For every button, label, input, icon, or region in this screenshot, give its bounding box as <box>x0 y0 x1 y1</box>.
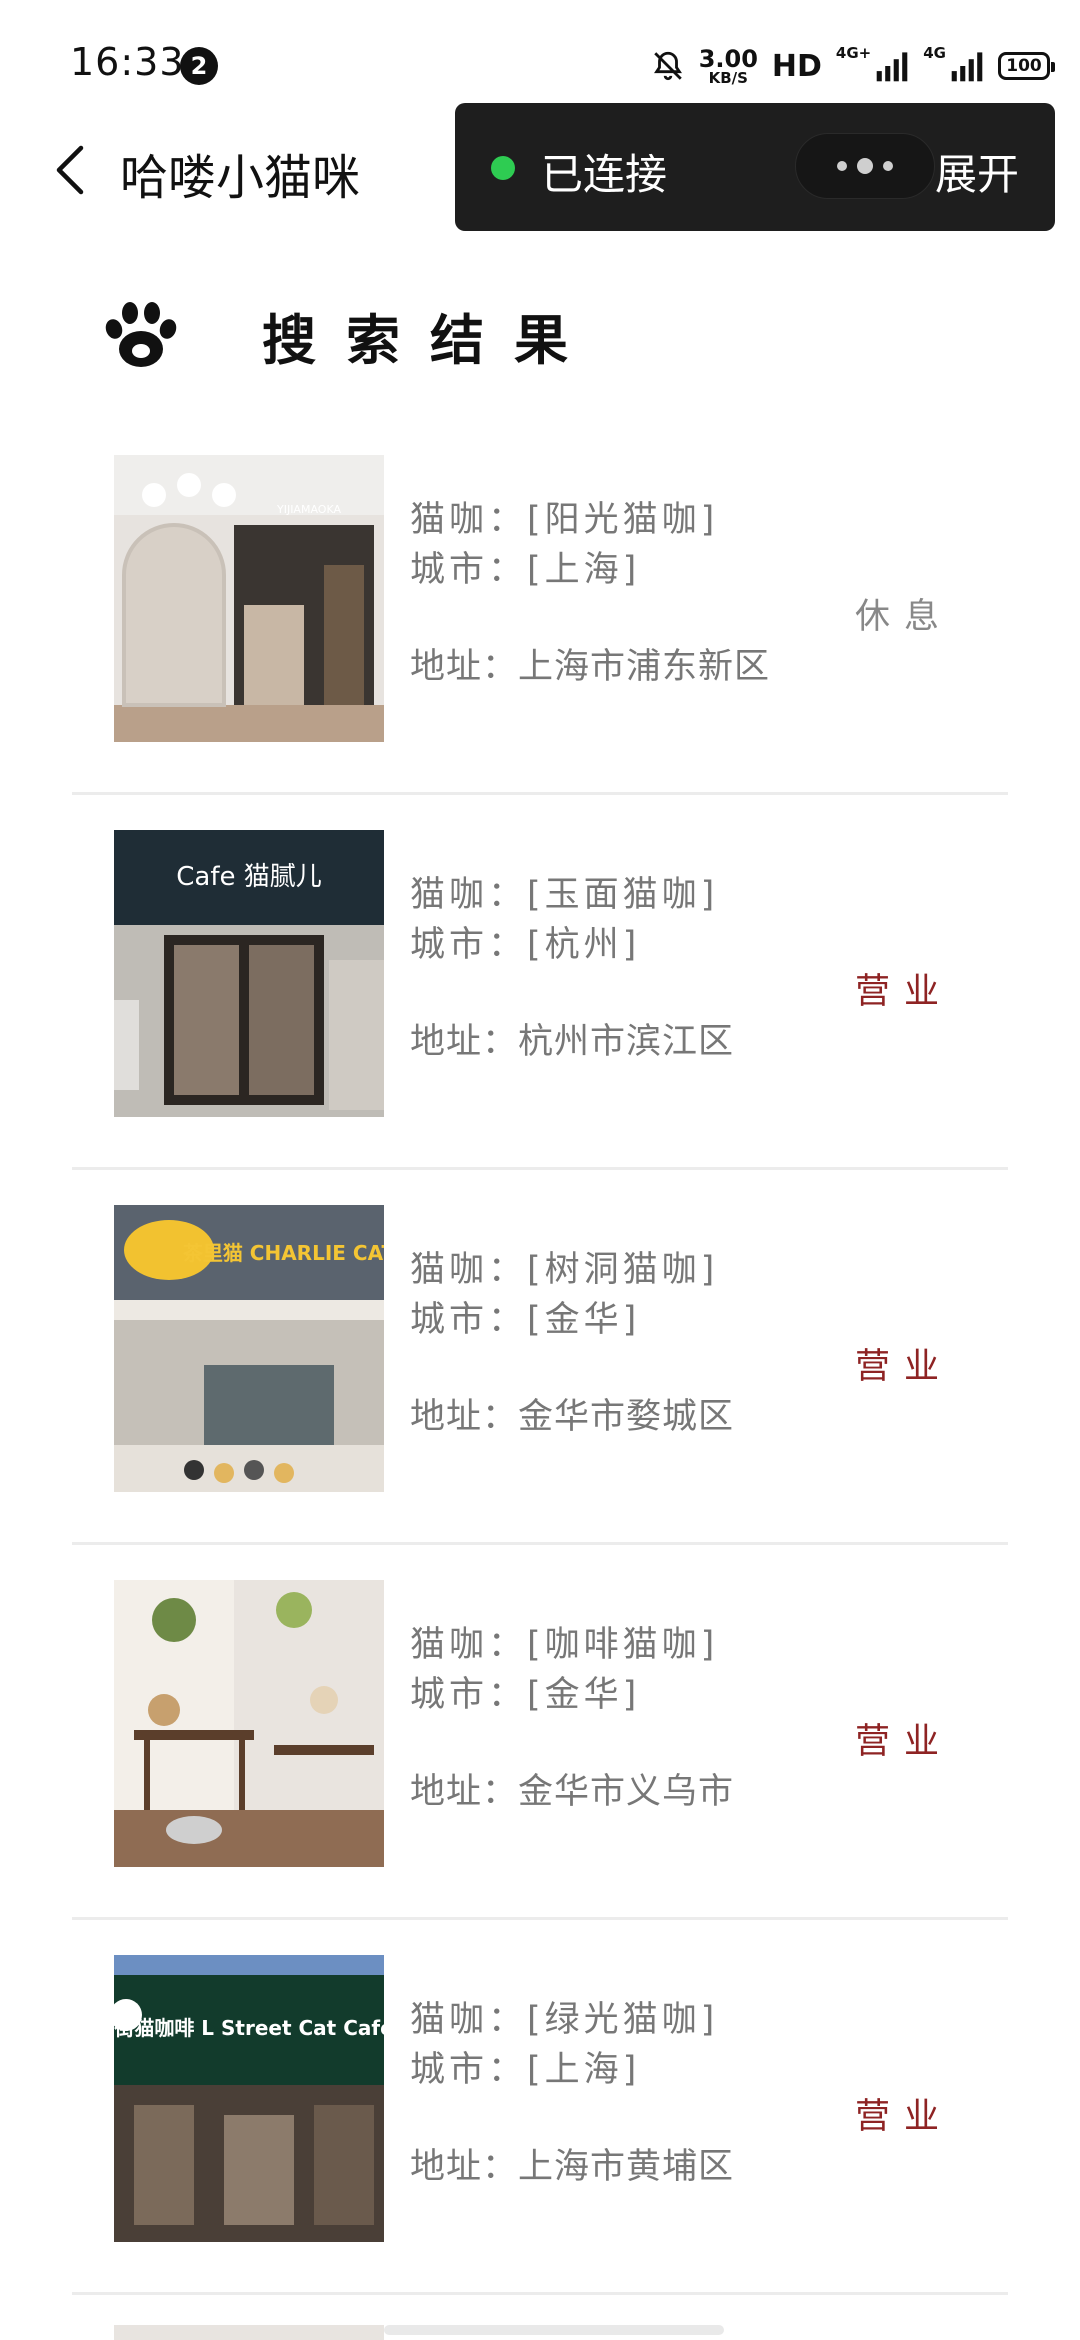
placeholder-bar <box>384 2325 724 2335</box>
status-badge: 营业 <box>854 972 953 1012</box>
network-speed-value: 3.00 <box>698 44 758 73</box>
more-options-button[interactable] <box>795 133 935 199</box>
signal-icon <box>951 52 983 82</box>
network-speed: 3.00 KB/S <box>699 47 758 86</box>
status-badge: 营业 <box>854 1347 953 1387</box>
cafe-photo: 街猫咖啡 L Street Cat Café <box>114 1955 384 2242</box>
status-time: 16:33 <box>70 40 185 84</box>
status-badge: 营业 <box>854 1722 953 1762</box>
status-badge: 营业 <box>854 2097 953 2137</box>
cafe-name: 猫咖：[阳光猫咖] <box>410 500 719 540</box>
battery-level: 100 <box>1006 56 1042 76</box>
sign-text: 茶里猫 CHARLIE CAT <box>183 1241 384 1265</box>
cafe-city: 城市：[上海] <box>410 550 641 590</box>
connected-dot-icon <box>491 156 515 180</box>
dot-icon <box>883 161 893 171</box>
list-item[interactable]: YIJIAMAOKA 猫咖：[阳光猫咖] 城市：[上海] 地址：上海市浦东新区 … <box>72 420 1008 795</box>
cafe-name: 猫咖：[玉面猫咖] <box>410 875 719 915</box>
sim2-label: 4G <box>923 44 946 62</box>
status-indicators: 3.00 KB/S HD 4G+ 4G 100 <box>651 42 1055 90</box>
sign-text: Cafe 猫腻儿 <box>176 862 322 892</box>
list-item[interactable]: 茶里猫 CHARLIE CAT 猫咖：[树洞猫咖] 城市：[金华] 地址：金华市… <box>72 1170 1008 1545</box>
cafe-city: 城市：[杭州] <box>410 925 641 965</box>
list-item[interactable] <box>72 2295 1008 2340</box>
connection-status: 已连接 <box>541 150 668 199</box>
signal-icon <box>876 52 908 82</box>
cafe-address: 地址：金华市义乌市 <box>410 1772 735 1812</box>
sign-text: 街猫咖啡 L Street Cat Café <box>114 2016 384 2040</box>
cafe-photo: 茶里猫 CHARLIE CAT <box>114 1205 384 1492</box>
expand-button[interactable]: 展开 <box>935 141 1019 202</box>
sim1-label: 4G+ <box>835 44 872 62</box>
list-item[interactable]: Cafe 猫腻儿 猫咖：[玉面猫咖] 城市：[杭州] 地址：杭州市滨江区 营业 <box>72 795 1008 1170</box>
cafe-photo <box>114 1580 384 1867</box>
cafe-photo <box>114 2325 384 2340</box>
cafe-address: 地址：杭州市滨江区 <box>410 1022 735 1062</box>
list-item[interactable]: 猫咖：[咖啡猫咖] 城市：[金华] 地址：金华市义乌市 营业 <box>72 1545 1008 1920</box>
dot-icon <box>837 161 847 171</box>
cafe-address: 地址：上海市浦东新区 <box>410 647 771 687</box>
cafe-name: 猫咖：[树洞猫咖] <box>410 1250 719 1290</box>
cafe-name: 猫咖：[绿光猫咖] <box>410 2000 719 2040</box>
bell-off-icon <box>653 51 682 81</box>
page-title: 哈喽小猫咪 <box>120 150 361 206</box>
results-list: YIJIAMAOKA 猫咖：[阳光猫咖] 城市：[上海] 地址：上海市浦东新区 … <box>72 420 1008 2340</box>
cafe-city: 城市：[金华] <box>410 1675 641 1715</box>
cafe-name: 猫咖：[咖啡猫咖] <box>410 1625 719 1665</box>
search-results-heading: 搜索结果 <box>100 290 598 380</box>
paw-icon <box>105 302 177 367</box>
connection-overlay: 已连接 展开 <box>455 103 1055 231</box>
section-title: 搜索结果 <box>262 308 598 372</box>
back-button[interactable] <box>40 138 100 202</box>
cafe-address: 地址：上海市黄埔区 <box>410 2147 735 2187</box>
network-speed-unit: KB/S <box>708 68 748 87</box>
notification-badge: 2 <box>180 47 218 85</box>
cafe-photo: YIJIAMAOKA <box>114 455 384 742</box>
cafe-address: 地址：金华市婺城区 <box>410 1397 735 1437</box>
cafe-city: 城市：[上海] <box>410 2050 641 2090</box>
dot-icon <box>857 158 873 174</box>
hd-label: HD <box>771 48 822 84</box>
chevron-left-icon <box>56 145 84 195</box>
list-item[interactable]: 街猫咖啡 L Street Cat Café 猫咖：[绿光猫咖] 城市：[上海]… <box>72 1920 1008 2295</box>
cafe-city: 城市：[金华] <box>410 1300 641 1340</box>
sign-text: YIJIAMAOKA <box>276 503 341 516</box>
cafe-photo: Cafe 猫腻儿 <box>114 830 384 1117</box>
status-badge: 休息 <box>854 597 953 637</box>
battery-icon: 100 <box>998 52 1055 80</box>
